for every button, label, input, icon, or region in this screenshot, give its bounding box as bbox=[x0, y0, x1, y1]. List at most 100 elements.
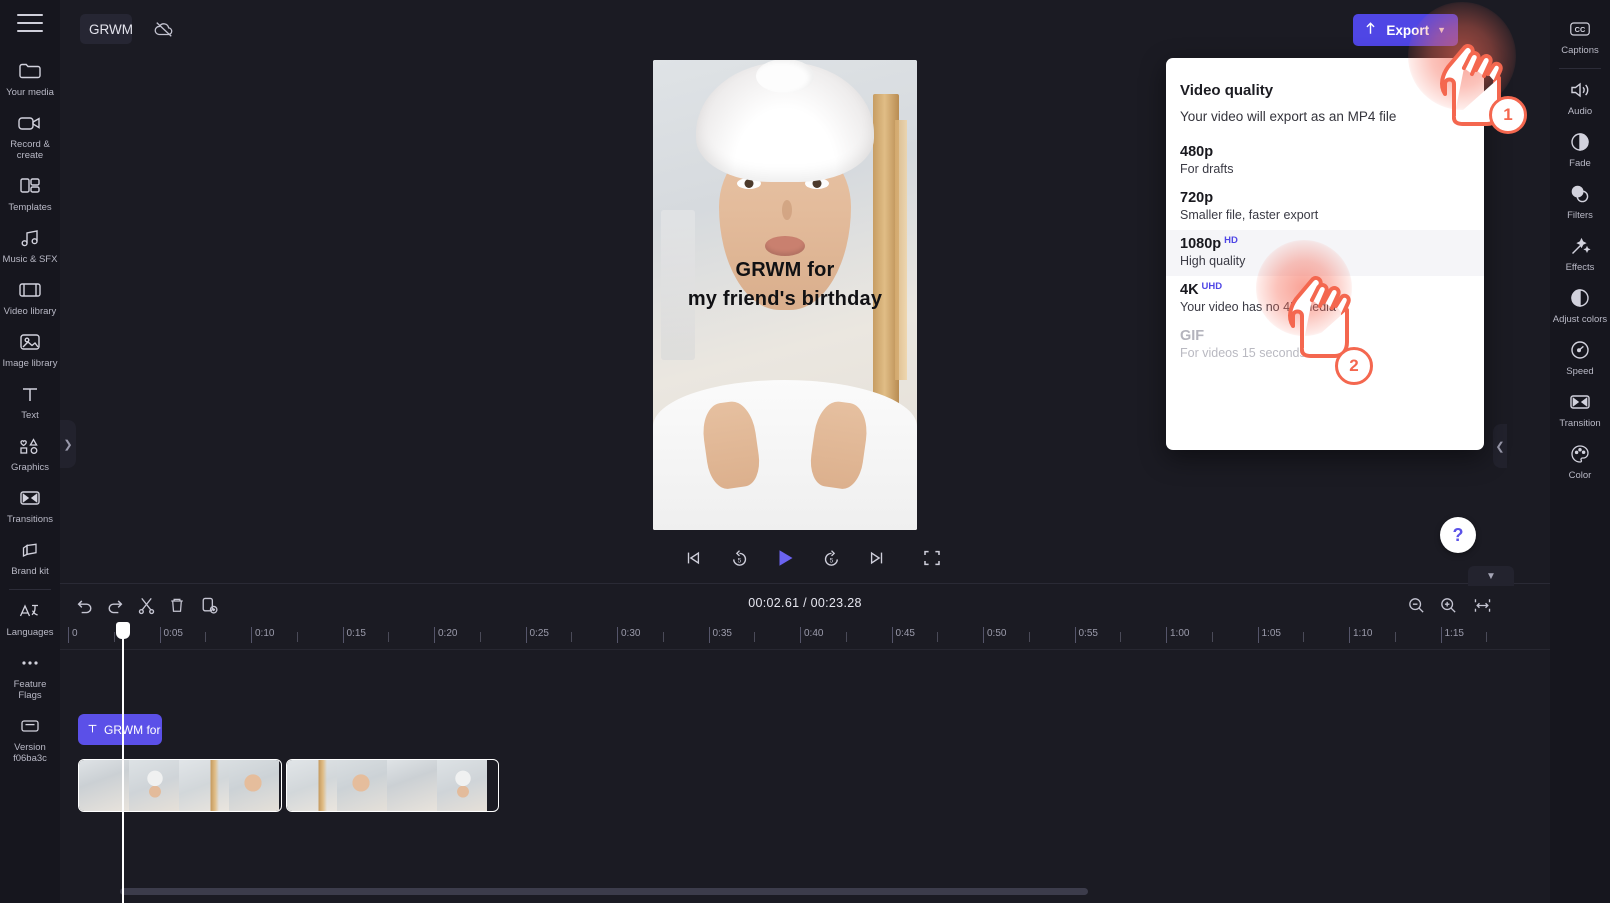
music-notes-icon bbox=[17, 226, 43, 250]
languages-icon bbox=[17, 599, 43, 623]
quality-name: 4K bbox=[1180, 282, 1199, 298]
ruler-tick-label: 0:40 bbox=[804, 628, 824, 639]
sidebar-item-label: Video library bbox=[3, 306, 57, 317]
right-item-fade[interactable]: Fade bbox=[1550, 123, 1610, 175]
sidebar-item-graphics[interactable]: Graphics bbox=[0, 427, 60, 479]
quality-option-gif[interactable]: GIF For videos 15 seconds or less bbox=[1166, 322, 1484, 368]
ruler-tick-minor bbox=[937, 632, 939, 642]
right-panel-collapse-button[interactable]: ❮ bbox=[1493, 424, 1507, 468]
dropdown-subtitle: Your video will export as an MP4 file bbox=[1180, 109, 1397, 124]
timeline-video-track bbox=[78, 759, 499, 812]
sidebar-item-transitions[interactable]: Transitions bbox=[0, 479, 60, 531]
timeline-ruler[interactable]: 0 0:05 0:10 0:15 0:20 0:25 0:30 0:35 0:40 0:45 0:5… bbox=[60, 624, 1550, 650]
right-item-effects[interactable]: Effects bbox=[1550, 227, 1610, 279]
right-item-filters[interactable]: Filters bbox=[1550, 175, 1610, 227]
rewind-5-seconds-icon[interactable]: 5 bbox=[727, 546, 751, 570]
quality-option-4k[interactable]: 4K UHD Your video has no 4K media bbox=[1166, 276, 1484, 322]
video-preview-canvas[interactable]: GRWM for my friend's birthday bbox=[653, 60, 917, 530]
sidebar-item-brand-kit[interactable]: Brand kit bbox=[0, 531, 60, 583]
play-button[interactable] bbox=[773, 546, 797, 570]
timeline-video-clip-2[interactable] bbox=[286, 759, 499, 812]
ruler-tick-label: 0:25 bbox=[529, 628, 549, 639]
svg-text:CC: CC bbox=[1575, 25, 1586, 34]
upload-icon bbox=[1363, 21, 1378, 40]
forward-5-seconds-icon[interactable]: 5 bbox=[819, 546, 843, 570]
ruler-tick-minor bbox=[754, 632, 756, 642]
right-sidebar: CC Captions Audio Fade Filters Effects A… bbox=[1550, 0, 1610, 903]
svg-text:5: 5 bbox=[829, 557, 833, 564]
skip-to-end-icon[interactable] bbox=[865, 546, 889, 570]
sidebar-item-label: Feature Flags bbox=[13, 679, 47, 701]
zoom-in-button[interactable] bbox=[1436, 593, 1460, 617]
help-button[interactable]: ? bbox=[1440, 517, 1476, 553]
chevron-down-icon: ▼ bbox=[1486, 570, 1496, 582]
right-item-captions[interactable]: CC Captions bbox=[1550, 10, 1610, 62]
sidebar-item-languages[interactable]: Languages bbox=[0, 592, 60, 644]
fullscreen-icon[interactable] bbox=[922, 548, 944, 570]
timeline-video-clip-1[interactable] bbox=[78, 759, 282, 812]
right-item-label: Transition bbox=[1559, 418, 1601, 429]
ruler-tick-label: 0:20 bbox=[438, 628, 458, 639]
sidebar-item-image-library[interactable]: Image library bbox=[0, 323, 60, 375]
overlay-text-line-2: my friend's birthday bbox=[687, 288, 883, 310]
svg-text:5: 5 bbox=[737, 557, 741, 564]
timeline-panel: ▼ 00:02.61 / 00:23.28 0 0:05 0:10 0:15 0… bbox=[60, 566, 1550, 903]
zoom-out-button[interactable] bbox=[1404, 593, 1428, 617]
right-item-color[interactable]: Color bbox=[1550, 435, 1610, 487]
sidebar-item-label: Text bbox=[21, 410, 39, 421]
timeline-text-clip[interactable]: GRWM for bbox=[78, 714, 162, 745]
ruler-tick-minor bbox=[388, 632, 390, 642]
ruler-tick-minor bbox=[845, 632, 847, 642]
quality-name: 480p bbox=[1180, 144, 1214, 160]
sidebar-item-label: Graphics bbox=[10, 462, 49, 473]
ruler-tick-minor bbox=[662, 632, 664, 642]
sidebar-item-templates[interactable]: Templates bbox=[0, 167, 60, 219]
sidebar-item-label: Music & SFX bbox=[2, 254, 58, 265]
quality-desc: For videos 15 seconds or less bbox=[1180, 346, 1347, 360]
video-camera-icon bbox=[17, 111, 43, 135]
timeline-collapse-button[interactable]: ▼ bbox=[1468, 566, 1514, 586]
ruler-tick-label: 1:05 bbox=[1261, 628, 1281, 639]
right-item-transition[interactable]: Transition bbox=[1550, 383, 1610, 435]
sidebar-item-video-library[interactable]: Video library bbox=[0, 271, 60, 323]
right-item-audio[interactable]: Audio bbox=[1550, 71, 1610, 123]
quality-option-480p[interactable]: 480p For drafts bbox=[1166, 138, 1484, 184]
right-item-speed[interactable]: Speed bbox=[1550, 331, 1610, 383]
film-strip-icon bbox=[17, 278, 43, 302]
export-button-label: Export bbox=[1386, 22, 1430, 38]
sidebar-item-feature-flags[interactable]: Feature Flags bbox=[0, 644, 60, 707]
ruler-tick-minor bbox=[1028, 632, 1030, 642]
video-text-overlay[interactable]: GRWM for my friend's birthday bbox=[653, 256, 917, 314]
fit-to-timeline-button[interactable] bbox=[1470, 593, 1494, 617]
sidebar-item-label: Your media bbox=[6, 87, 54, 98]
ruler-tick-minor bbox=[1120, 632, 1122, 642]
ruler-tick-minor bbox=[113, 632, 115, 642]
ruler-tick-minor bbox=[479, 632, 481, 642]
cloud-off-icon[interactable] bbox=[148, 14, 180, 44]
sidebar-item-text[interactable]: Text bbox=[0, 375, 60, 427]
sidebar-item-label: Transitions bbox=[6, 514, 54, 525]
left-panel-collapse-button[interactable]: ❯ bbox=[60, 420, 76, 468]
ruler-tick-label: 1:15 bbox=[1444, 628, 1464, 639]
sidebar-item-music-sfx[interactable]: Music & SFX bbox=[0, 219, 60, 271]
folder-icon bbox=[17, 59, 43, 83]
export-quality-dropdown: Video quality Your video will export as … bbox=[1166, 58, 1484, 450]
ruler-tick-label: 0:15 bbox=[346, 628, 366, 639]
quality-option-1080p[interactable]: 1080p HD High quality bbox=[1166, 230, 1484, 276]
hamburger-menu-icon[interactable] bbox=[17, 14, 43, 32]
sidebar-item-version[interactable]: Version f06ba3c bbox=[0, 707, 60, 770]
timeline-horizontal-scrollbar[interactable] bbox=[120, 888, 1088, 895]
quality-option-720p[interactable]: 720p Smaller file, faster export bbox=[1166, 184, 1484, 230]
ellipsis-icon bbox=[17, 651, 43, 675]
right-item-adjust-colors[interactable]: Adjust colors bbox=[1550, 279, 1610, 331]
export-button[interactable]: Export ▼ bbox=[1353, 14, 1458, 46]
closed-captions-icon: CC bbox=[1567, 17, 1593, 41]
ruler-tick-label: 0:35 bbox=[712, 628, 732, 639]
skip-to-start-icon[interactable] bbox=[681, 546, 705, 570]
ruler-tick-minor bbox=[205, 632, 207, 642]
ruler-tick-minor bbox=[571, 632, 573, 642]
uhd-badge: UHD bbox=[1201, 281, 1223, 292]
sidebar-item-record-create[interactable]: Record & create bbox=[0, 104, 60, 167]
project-title-input[interactable]: GRWM bbox=[80, 14, 132, 44]
sidebar-item-your-media[interactable]: Your media bbox=[0, 52, 60, 104]
